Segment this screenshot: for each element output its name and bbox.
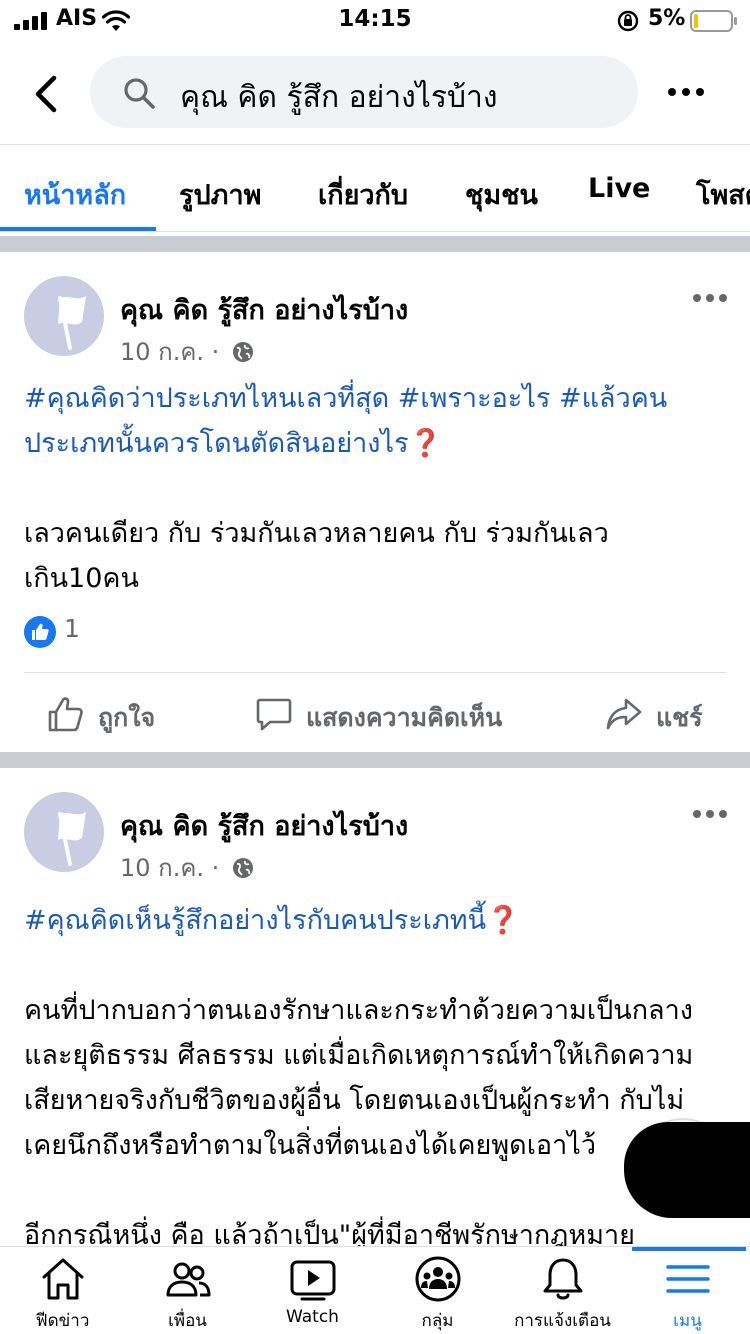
like-label: ถูกใจ (98, 703, 156, 732)
post-author[interactable]: คุณ คิด รู้สึก อย่างไรบ้าง (120, 804, 408, 847)
comment-button[interactable]: แสดงความคิดเห็น (254, 690, 524, 740)
avatar[interactable] (24, 276, 104, 356)
feed-separator (0, 752, 750, 768)
status-bar: AIS 14:15 5% (0, 0, 750, 44)
search-header: คุณ คิด รู้สึก อย่างไรบ้าง (0, 50, 750, 140)
hashtag-text[interactable]: #คุณคิดเห็นรู้สึกอย่างไรกับคนประเภทนี้ (24, 905, 486, 936)
tab-live[interactable]: Live (588, 173, 650, 204)
body-line: คนที่ปากบอกว่าตนเองรักษาและกระทำด้วยความ… (24, 995, 693, 1026)
bottom-nav: ฟีดข่าว เพื่อน Watch กลุ่ม การแจ้งเตือน … (0, 1246, 750, 1334)
nav-label: การแจ้งเตือน (514, 1311, 611, 1331)
body-line: เลวคนเดียว กับ ร่วมกันเลวหลายคน กับ ร่วม… (24, 518, 609, 549)
body-line: เสียหายจริงกับชีวิตของผู้อื่น โดยตนเองเป… (24, 1085, 685, 1116)
like-reaction-icon (24, 616, 56, 648)
nav-watch[interactable]: Watch (250, 1247, 375, 1334)
post-more-icon[interactable] (692, 808, 728, 820)
nav-label: เพื่อน (168, 1311, 207, 1331)
globe-icon (232, 342, 253, 362)
more-options-icon[interactable] (664, 76, 708, 108)
nav-label: Watch (286, 1307, 339, 1327)
nav-friends[interactable]: เพื่อน (125, 1247, 250, 1334)
post-body: #คุณคิดเห็นรู้สึกอย่างไรกับคนประเภทนี้❓ … (24, 898, 734, 1258)
nav-label: เมนู (673, 1311, 702, 1331)
tab-home[interactable]: หน้าหลัก (24, 173, 126, 216)
friends-icon (166, 1262, 211, 1297)
nav-news-feed[interactable]: ฟีดข่าว (0, 1247, 125, 1334)
share-label: แชร์ (656, 703, 703, 732)
post-meta: 10 ก.ค. · (120, 848, 255, 887)
search-icon (124, 78, 155, 109)
post-card: คุณ คิด รู้สึก อย่างไรบ้าง 10 ก.ค. · #คุ… (0, 252, 750, 752)
post-more-icon[interactable] (692, 292, 728, 304)
post-body: #คุณคิดว่าประเภทไหนเลวที่สุด #เพราะอะไร … (24, 376, 734, 601)
hashtag-text[interactable]: ประเภทนั้นควรโดนตัดสินอย่างไร (24, 428, 409, 459)
hashtag-text[interactable]: #คุณคิดว่าประเภทไหนเลวที่สุด #เพราะอะไร … (24, 383, 667, 414)
watch-icon (290, 1260, 336, 1301)
question-emoji: ❓ (486, 905, 520, 936)
globe-icon (232, 858, 253, 878)
search-input[interactable]: คุณ คิด รู้สึก อย่างไรบ้าง (90, 56, 638, 128)
comment-icon (256, 698, 292, 731)
feed-separator (0, 236, 750, 252)
post-date[interactable]: 10 ก.ค. · (120, 338, 219, 366)
nav-menu[interactable]: เมนู (625, 1247, 750, 1334)
search-query: คุณ คิด รู้สึก อย่างไรบ้าง (180, 80, 498, 115)
comment-label: แสดงความคิดเห็น (306, 703, 503, 732)
page-tabs: หน้าหลัก รูปภาพ เกี่ยวกับ ชุมชน Live โพส… (0, 145, 750, 232)
orientation-lock-icon (617, 10, 639, 32)
nav-label: ฟีดข่าว (35, 1311, 90, 1331)
flag-icon (58, 296, 86, 350)
share-button[interactable]: แชร์ (604, 690, 714, 740)
question-emoji: ❓ (408, 428, 443, 459)
battery-percent: 5% (648, 6, 686, 31)
back-arrow-icon[interactable] (28, 72, 64, 116)
redaction-mark (624, 1122, 750, 1218)
thumbs-up-icon (48, 697, 83, 732)
nav-groups[interactable]: กลุ่ม (375, 1247, 500, 1334)
tab-community[interactable]: ชุมชน (465, 173, 538, 216)
post-divider (24, 672, 726, 673)
nav-notifications[interactable]: การแจ้งเตือน (500, 1247, 625, 1334)
battery-icon (690, 10, 737, 32)
post-author[interactable]: คุณ คิด รู้สึก อย่างไรบ้าง (120, 288, 408, 331)
groups-icon (415, 1256, 461, 1302)
home-icon (42, 1258, 84, 1300)
bell-icon (543, 1258, 583, 1300)
body-line: เกิน10คน (24, 563, 139, 594)
avatar[interactable] (24, 792, 104, 872)
flag-icon (58, 812, 86, 866)
tab-photos[interactable]: รูปภาพ (179, 173, 261, 216)
tabs-divider (0, 231, 750, 232)
menu-icon (666, 1265, 710, 1293)
nav-label: กลุ่ม (421, 1311, 454, 1331)
tab-posts[interactable]: โพสต์ (696, 173, 750, 216)
share-icon (606, 698, 642, 730)
like-count: 1 (64, 614, 80, 643)
tab-about[interactable]: เกี่ยวกับ (318, 173, 408, 216)
post-date[interactable]: 10 ก.ค. · (120, 854, 219, 882)
body-line: และยุติธรรม ศีลธรรม แต่เมื่อเกิดเหตุการณ… (24, 1040, 694, 1071)
like-button[interactable]: ถูกใจ (46, 690, 196, 740)
post-meta: 10 ก.ค. · (120, 332, 255, 371)
